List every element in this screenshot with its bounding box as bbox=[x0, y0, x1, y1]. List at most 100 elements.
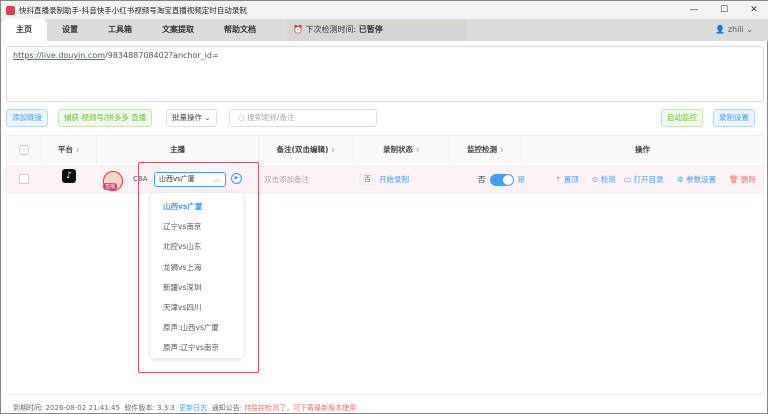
capture-button[interactable]: 捕获 视频号/拼多多 直播 bbox=[58, 109, 153, 127]
tab-help[interactable]: 帮助文档 bbox=[209, 19, 271, 41]
next-check-label: 下次检测时间: bbox=[305, 25, 357, 34]
version-value: 3.3.3 bbox=[157, 404, 175, 412]
start-monitor-button[interactable]: 启动监控 bbox=[661, 109, 703, 127]
dropdown-option[interactable]: 原声:山西vs广厦 bbox=[151, 318, 243, 338]
monitor-toggle[interactable] bbox=[489, 174, 514, 186]
next-check-status: ⏰ 下次检测时间: 已暂停 bbox=[287, 19, 467, 41]
batch-label: 批量操作 bbox=[172, 113, 202, 122]
anchor-name: CBA bbox=[133, 175, 148, 183]
arrow-up-icon: ⇡ bbox=[555, 175, 562, 184]
table-row: ♪ 直播 CBA 山西vs广厦 ︿ ▶ 双击添加备注 否 开始录制 否是 ⇡ 置顶… bbox=[7, 165, 763, 194]
sort-icon: ⇕ bbox=[498, 147, 505, 154]
header-label: 平台 bbox=[57, 145, 73, 154]
header-note[interactable]: 备注(双击编辑) ⇕ bbox=[259, 136, 354, 164]
title-bar: 快抖直播录制助手-抖音快手小红书视频号淘宝直播视频定时自动录制 — ☐ ✕ bbox=[1, 1, 768, 19]
dropdown-option[interactable]: 原声:辽宁vs南京 bbox=[151, 338, 243, 358]
dropdown-option[interactable]: 辽宁vs南京 bbox=[151, 217, 243, 237]
header-label: 主播 bbox=[170, 145, 185, 154]
maximize-button[interactable]: ☐ bbox=[709, 1, 739, 19]
app-icon bbox=[6, 5, 15, 15]
user-name: zhili bbox=[727, 25, 744, 34]
user-menu[interactable]: 👤 zhili ⌄ bbox=[715, 19, 753, 41]
check-circle-icon: ⊙ bbox=[592, 175, 599, 184]
row-checkbox[interactable] bbox=[19, 174, 29, 184]
tab-toolbox[interactable]: 工具箱 bbox=[93, 19, 147, 41]
header-label: 操作 bbox=[635, 145, 650, 154]
minimize-button[interactable]: — bbox=[679, 1, 709, 19]
select-value: 山西vs广厦 bbox=[159, 175, 195, 183]
stream-dropdown-menu: 山西vs广厦 辽宁vs南京 北控vs山东 龙狮vs上海 新疆vs深圳 天津vs四… bbox=[151, 193, 243, 358]
expire-value: 2026-08-02 21:41:45 bbox=[45, 404, 120, 412]
header-label: 录制状态 bbox=[382, 145, 413, 154]
params-button[interactable]: ⚙ 参数设置 bbox=[677, 165, 716, 194]
dropdown-option[interactable]: 天津vs四川 bbox=[151, 298, 243, 318]
header-select-all bbox=[7, 136, 42, 164]
select-all-checkbox[interactable] bbox=[19, 145, 29, 155]
user-icon: 👤 bbox=[715, 25, 726, 34]
search-placeholder: 搜索昵称/备注 bbox=[246, 113, 295, 122]
check-button[interactable]: ⊙ 检测 bbox=[592, 165, 616, 194]
folder-icon: ▭ bbox=[624, 175, 632, 184]
params-label: 参数设置 bbox=[686, 175, 717, 184]
stream-table: 平台 ⇕ 主播 备注(双击编辑) ⇕ 录制状态 ⇕ 监控检测 ⇕ 操作 ♪ 直播 CBA… bbox=[6, 135, 764, 395]
expire-label: 到期时间: bbox=[13, 404, 44, 412]
close-button[interactable]: ✕ bbox=[739, 1, 768, 19]
search-input[interactable]: ○ 搜索昵称/备注 bbox=[229, 109, 377, 127]
next-check-value: 已暂停 bbox=[358, 25, 383, 34]
search-icon: ○ bbox=[238, 113, 245, 122]
delete-label: 删除 bbox=[740, 175, 756, 184]
dropdown-option[interactable]: 山西vs广厦 bbox=[151, 197, 243, 217]
delete-button[interactable]: 🗑 删除 bbox=[729, 165, 756, 194]
notice-label: 通知公告: bbox=[211, 404, 243, 412]
gear-icon: ⚙ bbox=[677, 175, 684, 184]
header-actions: 操作 bbox=[522, 136, 763, 164]
dropdown-option[interactable]: 北控vs山东 bbox=[151, 237, 243, 257]
header-platform[interactable]: 平台 ⇕ bbox=[42, 136, 97, 164]
url-link-part: https://live.douyin.com bbox=[13, 51, 106, 60]
batch-operation-dropdown[interactable]: 批量操作 ⌄ bbox=[166, 109, 217, 127]
pin-top-button[interactable]: ⇡ 置顶 bbox=[555, 165, 579, 194]
header-label: 备注(双击编辑) bbox=[276, 145, 329, 154]
dropdown-option[interactable]: 龙狮vs上海 bbox=[151, 258, 243, 278]
add-link-button[interactable]: 添加链接 bbox=[6, 109, 48, 127]
version-label: 软件版本: bbox=[124, 404, 155, 412]
chevron-up-icon: ︿ bbox=[213, 175, 220, 183]
url-rest-part: /983488708402?anchor_id= bbox=[105, 51, 219, 60]
record-settings-button[interactable]: 录制设置 bbox=[713, 109, 755, 127]
header-record-status[interactable]: 录制状态 ⇕ bbox=[354, 136, 450, 164]
chevron-down-icon: ⌄ bbox=[746, 25, 753, 34]
monitor-no-label: 否 bbox=[478, 175, 486, 184]
header-anchor: 主播 bbox=[97, 136, 259, 164]
header-label: 监控检测 bbox=[466, 145, 497, 154]
dropdown-option[interactable]: 新疆vs深圳 bbox=[151, 278, 243, 298]
open-dir-label: 打开目录 bbox=[633, 175, 664, 184]
tab-settings[interactable]: 设置 bbox=[47, 19, 93, 41]
douyin-icon: ♪ bbox=[62, 169, 76, 183]
tab-text-extract[interactable]: 文案提取 bbox=[147, 19, 209, 41]
check-label: 检测 bbox=[600, 175, 616, 184]
sort-icon: ⇕ bbox=[74, 147, 81, 154]
header-monitor[interactable]: 监控检测 ⇕ bbox=[450, 136, 522, 164]
notice-text: 持监控检测了，可下载最新版本使用 bbox=[244, 404, 357, 412]
stream-select[interactable]: 山西vs广厦 ︿ bbox=[154, 172, 226, 187]
trash-icon: 🗑 bbox=[729, 175, 739, 184]
status-footer: 到期时间: 2026-08-02 21:41:45 软件版本: 3.3.3 更新… bbox=[13, 403, 356, 413]
tab-home[interactable]: 主页 bbox=[1, 19, 47, 41]
open-dir-button[interactable]: ▭ 打开目录 bbox=[624, 165, 663, 194]
chevron-down-icon: ⌄ bbox=[204, 113, 211, 122]
alarm-icon: ⏰ bbox=[293, 25, 303, 34]
sort-icon: ⇕ bbox=[414, 147, 421, 154]
sort-icon: ⇕ bbox=[330, 147, 336, 154]
play-icon[interactable]: ▶ bbox=[231, 173, 242, 184]
status-badge: 否 bbox=[359, 173, 376, 186]
live-badge: 直播 bbox=[103, 183, 118, 190]
tab-bar: 主页 设置 工具箱 文案提取 帮助文档 ⏰ 下次检测时间: 已暂停 👤 zhil… bbox=[1, 19, 768, 41]
note-cell[interactable]: 双击添加备注 bbox=[264, 165, 309, 194]
url-input[interactable]: https://live.douyin.com/983488708402?anc… bbox=[6, 46, 764, 102]
window-title: 快抖直播录制助手-抖音快手小红书视频号淘宝直播视频定时自动录制 bbox=[19, 5, 247, 15]
monitor-yes-label: 是 bbox=[517, 175, 526, 184]
pin-label: 置顶 bbox=[563, 175, 579, 184]
start-record-link[interactable]: 开始录制 bbox=[379, 165, 409, 194]
monitor-toggle-group: 否是 bbox=[478, 165, 525, 194]
changelog-link[interactable]: 更新日志 bbox=[179, 404, 207, 412]
